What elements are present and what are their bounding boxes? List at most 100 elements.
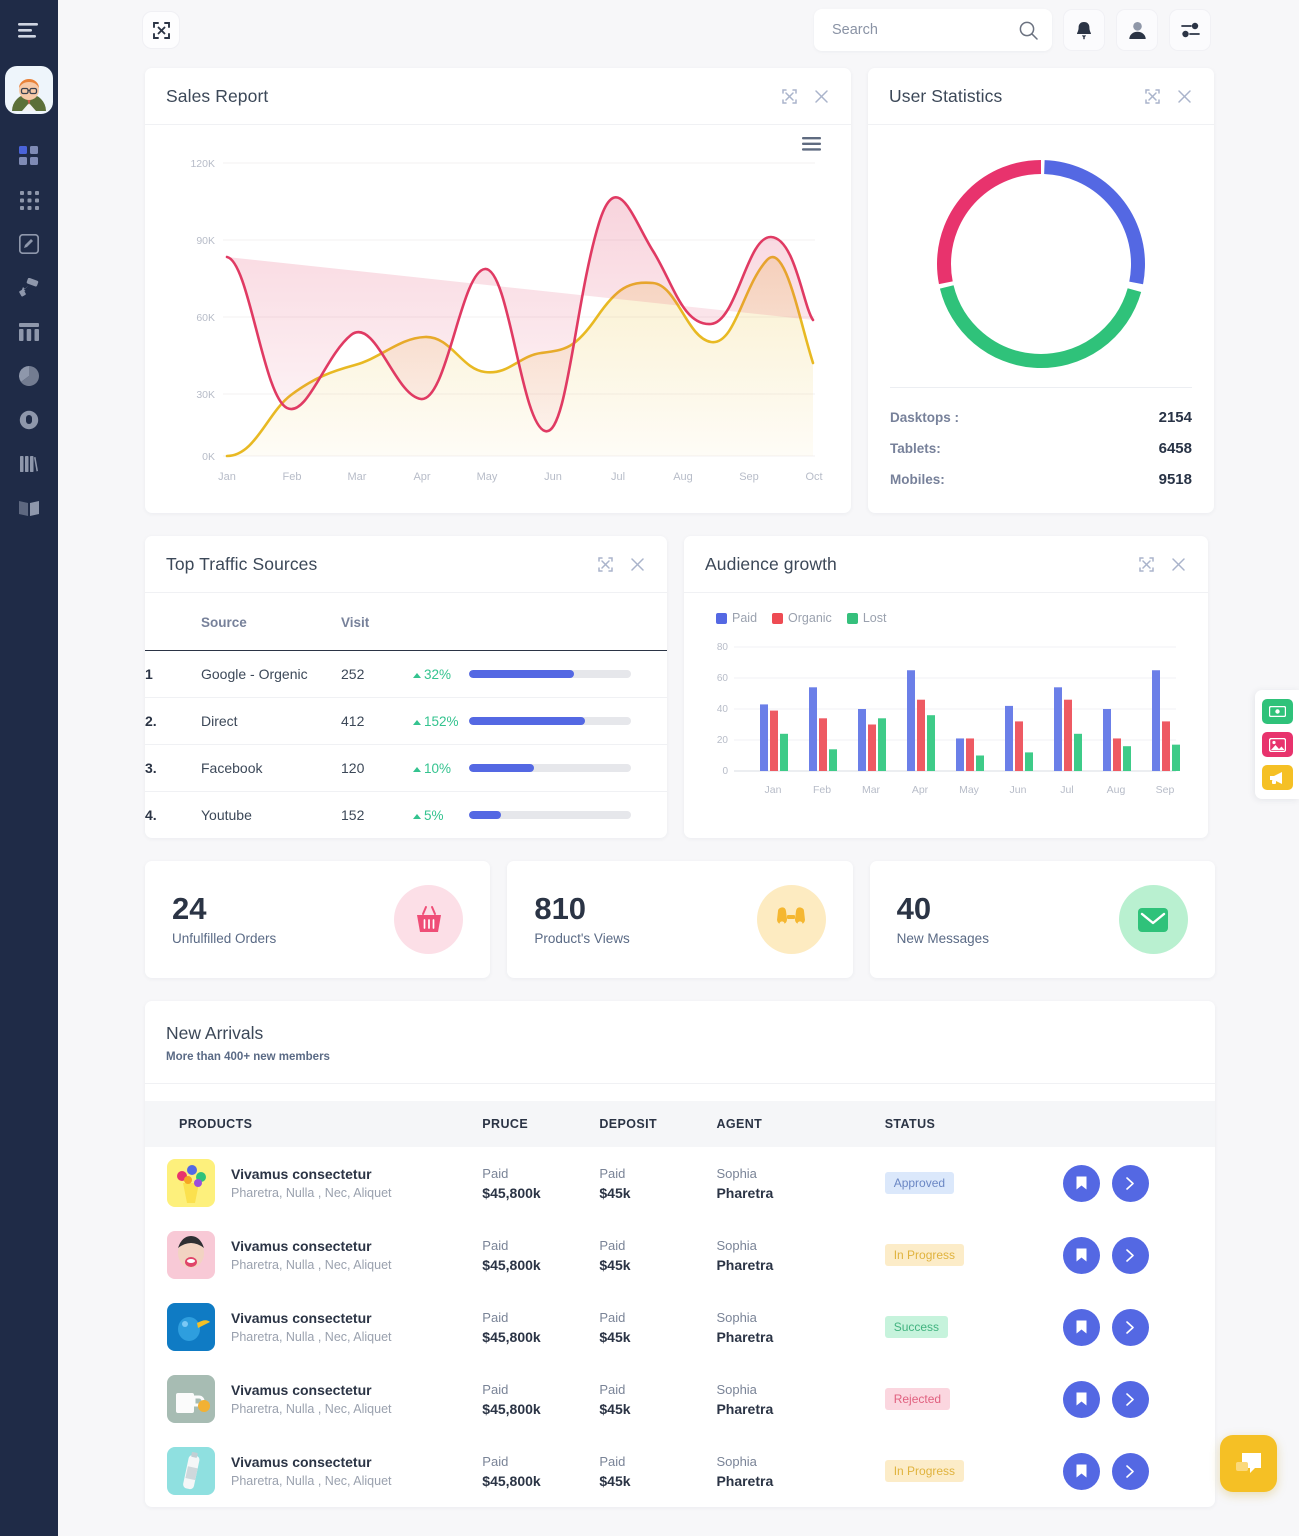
close-button[interactable] <box>1169 555 1187 573</box>
status-cell: Success <box>884 1291 1063 1363</box>
svg-text:Apr: Apr <box>912 784 929 796</box>
sidebar-item-apps[interactable] <box>12 188 46 212</box>
sidebar-item-layouts[interactable] <box>12 452 46 476</box>
svg-text:0K: 0K <box>202 451 215 463</box>
search-box[interactable] <box>814 9 1052 51</box>
sidebar-item-dashboard[interactable] <box>12 144 46 168</box>
user-statistics-card: User Statistics Dasktops: 2154 Tablets:… <box>868 68 1214 513</box>
table-row[interactable]: Vivamus consectetur Pharetra, Nulla , Ne… <box>145 1435 1215 1507</box>
face-thumbnail-icon <box>167 1231 215 1279</box>
bookmark-icon <box>1076 1248 1087 1262</box>
legend-item-lost[interactable]: Lost <box>846 611 886 625</box>
agent-cell: Sophia Pharetra <box>716 1363 884 1435</box>
view-details-button[interactable] <box>1112 1380 1149 1418</box>
expand-button[interactable] <box>1143 87 1161 105</box>
stat-card-unfulfilled-orders[interactable]: 24 Unfulfilled Orders <box>145 861 491 978</box>
table-row[interactable]: Vivamus consectetur Pharetra, Nulla , Ne… <box>145 1147 1215 1219</box>
price-top: Paid <box>482 1237 509 1253</box>
svg-text:Mar: Mar <box>862 784 881 796</box>
row-actions <box>1063 1452 1215 1490</box>
stat-label: New Messages <box>896 931 989 947</box>
table-row[interactable]: 1 Google - Orgenic 252 32% <box>145 650 667 698</box>
expand-button[interactable] <box>596 555 614 573</box>
expand-button[interactable] <box>780 87 798 105</box>
stat-icon-circle <box>756 885 826 954</box>
sales-report-actions <box>780 87 830 105</box>
table-row[interactable]: 3. Facebook 120 10% <box>145 744 667 792</box>
svg-text:May: May <box>959 784 980 796</box>
deposit-cell: Paid $45k <box>599 1363 716 1435</box>
bookmark-button[interactable] <box>1063 1236 1100 1274</box>
legend-item-organic[interactable]: Organic <box>772 611 832 625</box>
profile-button[interactable] <box>1116 9 1158 51</box>
deposit-top: Paid <box>599 1237 626 1253</box>
stat-card-product-views[interactable]: 810 Product's Views <box>507 861 853 978</box>
search-icon[interactable] <box>1019 21 1038 40</box>
search-input[interactable] <box>832 22 1019 38</box>
bookmark-button[interactable] <box>1063 1164 1100 1202</box>
sidebar-item-charts[interactable] <box>12 364 46 388</box>
product-thumbnail <box>167 1231 215 1279</box>
chat-fab-button[interactable] <box>1220 1435 1277 1492</box>
table-row[interactable]: Vivamus consectetur Pharetra, Nulla , Ne… <box>145 1363 1215 1435</box>
view-details-button[interactable] <box>1112 1236 1149 1274</box>
close-button[interactable] <box>628 555 646 573</box>
table-row[interactable]: Vivamus consectetur Pharetra, Nulla , Ne… <box>145 1291 1215 1363</box>
progress-track <box>468 764 631 772</box>
topbar <box>58 0 1299 60</box>
view-details-button[interactable] <box>1112 1164 1149 1202</box>
close-icon <box>1177 89 1191 103</box>
stat-label: Dasktops : <box>890 410 960 425</box>
product-desc: Pharetra, Nulla , Nec, Aliquet <box>231 1330 392 1344</box>
notifications-button[interactable] <box>1063 9 1105 51</box>
progress-fill <box>468 811 502 819</box>
col-deposit: DEPOSIT <box>599 1117 658 1131</box>
expand-icon <box>1144 88 1160 104</box>
money-widget-button[interactable] <box>1261 699 1293 724</box>
up-arrow-icon <box>413 814 421 819</box>
bookmark-button[interactable] <box>1063 1452 1100 1490</box>
image-widget-button[interactable] <box>1261 732 1293 757</box>
sidebar-item-tables[interactable] <box>12 320 46 344</box>
visit: 152 <box>341 807 365 823</box>
bookmark-icon <box>1076 1176 1087 1190</box>
fullscreen-button[interactable] <box>142 11 180 49</box>
settings-button[interactable] <box>1169 9 1211 51</box>
sidebar-item-docs[interactable] <box>12 496 46 520</box>
sales-report-title: Sales Report <box>166 85 269 106</box>
money-icon <box>1268 706 1286 717</box>
price-bottom: $45,800k <box>482 1400 541 1417</box>
table-row[interactable]: 4. Youtube 152 5% <box>145 792 667 839</box>
avatar[interactable] <box>5 66 53 114</box>
price-bottom: $45,800k <box>482 1472 541 1489</box>
expand-button[interactable] <box>1137 555 1155 573</box>
table-row[interactable]: Vivamus consectetur Pharetra, Nulla , Ne… <box>145 1219 1215 1291</box>
product-info: Vivamus consectetur Pharetra, Nulla , Ne… <box>167 1231 482 1279</box>
view-details-button[interactable] <box>1112 1308 1149 1346</box>
sidebar-toggle-button[interactable] <box>14 16 44 46</box>
table-row[interactable]: 2. Direct 412 152% <box>145 697 667 745</box>
stat-card-new-messages[interactable]: 40 New Messages <box>869 861 1215 978</box>
status-cell: Approved <box>884 1147 1063 1219</box>
sidebar-item-widgets[interactable] <box>12 408 46 432</box>
source: Youtube <box>201 807 252 823</box>
close-button[interactable] <box>1175 87 1193 105</box>
sidebar-item-ui-elements[interactable] <box>12 276 46 300</box>
legend-item-paid[interactable]: Paid <box>716 611 757 625</box>
stat-icon-circle <box>1118 885 1188 954</box>
audience-growth-title: Audience growth <box>705 553 837 574</box>
chart-menu-button[interactable] <box>802 137 821 156</box>
expand-arrows-icon <box>152 21 170 39</box>
product-info: Vivamus consectetur Pharetra, Nulla , Ne… <box>167 1447 482 1495</box>
bookmark-button[interactable] <box>1063 1380 1100 1418</box>
sidebar-item-forms[interactable] <box>12 232 46 256</box>
price-cell: Paid $45,800k <box>482 1219 599 1291</box>
view-details-button[interactable] <box>1112 1452 1149 1490</box>
megaphone-widget-button[interactable] <box>1261 765 1293 790</box>
svg-text:40: 40 <box>717 704 729 715</box>
bookmark-button[interactable] <box>1063 1308 1100 1346</box>
close-button[interactable] <box>812 87 830 105</box>
row-actions <box>1063 1236 1215 1274</box>
floating-widget-panel <box>1255 690 1299 799</box>
svg-text:Sep: Sep <box>1156 784 1175 796</box>
